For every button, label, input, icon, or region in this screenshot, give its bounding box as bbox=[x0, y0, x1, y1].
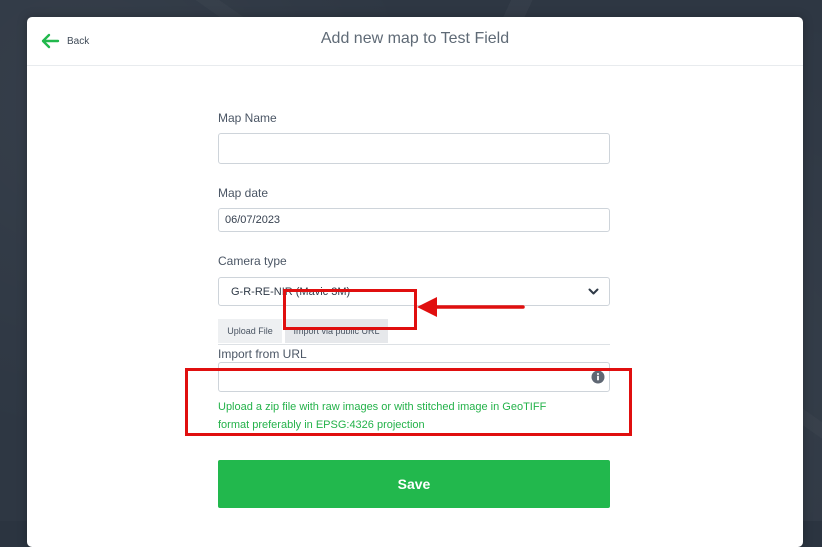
camera-type-value: G-R-RE-NIR (Mavic 3M) bbox=[231, 285, 351, 298]
modal-header: Back Add new map to Test Field bbox=[27, 17, 803, 66]
import-url-label: Import from URL bbox=[218, 347, 307, 361]
help-text-line-2: format preferably in EPSG:4326 projectio… bbox=[218, 419, 425, 431]
map-date-input[interactable] bbox=[218, 208, 610, 232]
import-url-input[interactable] bbox=[218, 362, 610, 392]
modal-title: Add new map to Test Field bbox=[320, 30, 510, 47]
chevron-down-icon bbox=[588, 288, 599, 296]
upload-help-text: Upload a zip file with raw images or wit… bbox=[218, 398, 610, 434]
tab-upload-file[interactable]: Upload File bbox=[218, 319, 282, 343]
add-map-modal: Back Add new map to Test Field Map Name … bbox=[27, 17, 803, 547]
save-button[interactable]: Save bbox=[218, 460, 610, 508]
help-text-line-1: Upload a zip file with raw images or wit… bbox=[218, 401, 547, 413]
info-icon[interactable] bbox=[587, 366, 609, 388]
tab-import-via-public-url[interactable]: Import via public URL bbox=[285, 319, 388, 343]
map-name-input[interactable] bbox=[218, 133, 610, 164]
map-name-label: Map Name bbox=[218, 111, 277, 125]
import-url-field bbox=[218, 362, 610, 392]
upload-method-tabs: Upload File Import via public URL bbox=[218, 318, 610, 345]
annotation-arrow-left-icon bbox=[417, 297, 525, 317]
map-date-label: Map date bbox=[218, 186, 269, 200]
camera-type-label: Camera type bbox=[218, 254, 287, 268]
